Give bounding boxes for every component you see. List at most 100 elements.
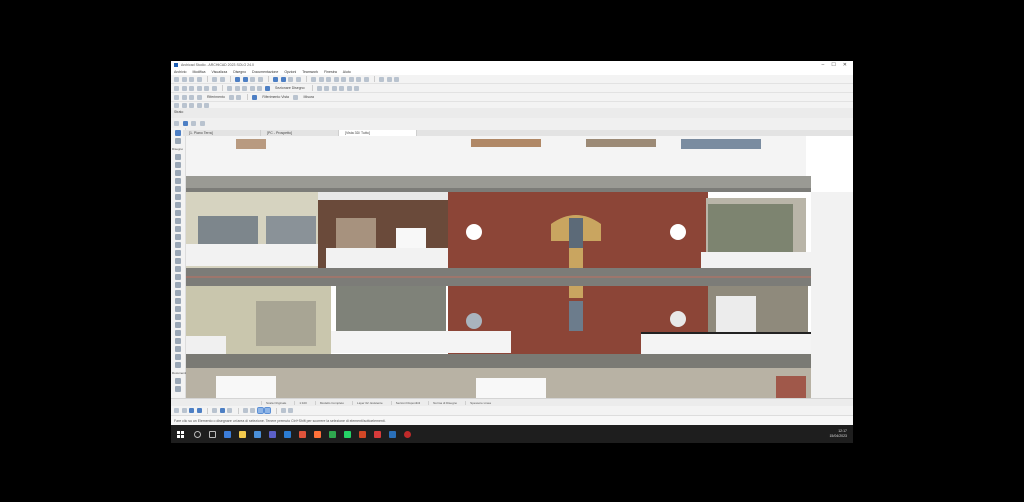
edge-icon[interactable] [224, 430, 231, 438]
window-icon[interactable] [175, 170, 181, 176]
ungroup-icon[interactable] [324, 85, 330, 91]
close-icon[interactable]: ✕ [843, 62, 847, 68]
window-tool-icon[interactable] [196, 102, 202, 108]
acrobat-icon[interactable] [374, 430, 381, 438]
marquee-tool-icon[interactable] [191, 120, 196, 126]
grid-icon[interactable] [227, 408, 232, 413]
curtain-wall-icon[interactable] [175, 234, 181, 240]
fit-window-icon[interactable] [356, 76, 361, 82]
swap-reference-icon[interactable] [236, 94, 242, 100]
reference-icon[interactable] [196, 94, 202, 100]
guide-icon[interactable] [181, 408, 187, 413]
section-marker-icon[interactable] [264, 85, 270, 91]
menu-opzioni[interactable]: Opzioni [284, 70, 296, 74]
section-drawing-label[interactable]: Sezionare Disegno [275, 86, 305, 90]
measure-label[interactable]: Misura [304, 95, 315, 99]
bisector-icon[interactable] [264, 407, 271, 414]
column-icon[interactable] [175, 178, 181, 184]
object-icon[interactable] [175, 250, 181, 256]
search-icon[interactable] [194, 430, 201, 438]
floor-plan-icon[interactable] [273, 76, 278, 82]
info-sections[interactable]: Sezioni Disponibili [390, 400, 424, 405]
new-file-icon[interactable] [174, 76, 179, 82]
excel-icon[interactable] [329, 430, 336, 438]
model-view-icon[interactable] [326, 76, 331, 82]
redo-icon[interactable] [219, 76, 225, 82]
menu-documentazione[interactable]: Documentazione [252, 70, 278, 74]
connect-icon[interactable] [189, 94, 194, 100]
info-scale[interactable]: 1:100 [294, 400, 311, 405]
measure-tool-icon[interactable] [293, 94, 298, 100]
teams-icon[interactable] [269, 430, 276, 438]
record-icon[interactable] [404, 430, 411, 438]
line-icon[interactable] [175, 362, 181, 368]
pen-set-icon[interactable] [318, 76, 324, 82]
skylight-icon[interactable] [175, 290, 181, 296]
whatsapp-icon[interactable] [344, 430, 351, 438]
orbit-icon[interactable] [363, 76, 369, 82]
info-line-weight[interactable]: Spessore Linea [465, 400, 495, 405]
cursor-icon[interactable] [219, 408, 225, 413]
renovation-icon[interactable] [333, 76, 339, 82]
menu-teamwork[interactable]: Teamwork [302, 70, 318, 74]
split-icon[interactable] [234, 85, 240, 91]
minimize-icon[interactable]: – [822, 62, 825, 68]
layer-icon[interactable] [311, 76, 316, 82]
info-model-view[interactable]: Modello Completo [314, 400, 348, 405]
elevate-icon[interactable] [196, 85, 202, 91]
corner-window-icon[interactable] [175, 298, 181, 304]
zoom-out-icon[interactable] [348, 76, 354, 82]
beam-icon[interactable] [175, 186, 181, 192]
arrow-tool-icon[interactable] [174, 120, 179, 126]
menu-disegno[interactable]: Disegno [233, 70, 246, 74]
save-icon[interactable] [189, 76, 194, 82]
system-clock[interactable]: 12:17 15/04/2023 [829, 429, 847, 439]
explode-icon[interactable] [174, 94, 179, 100]
mirror-icon[interactable] [189, 85, 194, 91]
arc-icon[interactable] [175, 378, 181, 384]
fillet-icon[interactable] [257, 85, 262, 91]
intersect-icon[interactable] [249, 85, 255, 91]
slab-icon[interactable] [175, 194, 181, 200]
info-drawing-standard[interactable]: Norma di Disegno [428, 400, 461, 405]
marquee-icon[interactable] [242, 76, 248, 82]
opening-icon[interactable] [175, 282, 181, 288]
layout-icon[interactable] [394, 76, 399, 82]
group-icon[interactable] [316, 85, 322, 91]
maximize-icon[interactable]: ☐ [831, 62, 835, 68]
roof-icon[interactable] [175, 202, 181, 208]
file-explorer-icon[interactable] [239, 430, 246, 438]
lamp-icon[interactable] [175, 274, 181, 280]
mesh-icon[interactable] [175, 266, 181, 272]
selection-arrow-icon[interactable] [182, 120, 188, 126]
gravity-icon[interactable] [196, 408, 202, 413]
zoom-in-icon[interactable] [341, 76, 346, 82]
3d-viewport[interactable] [186, 136, 853, 398]
arrow-select-icon[interactable] [175, 130, 181, 136]
wall-end-icon[interactable] [175, 306, 181, 312]
mirror-tool-icon[interactable] [288, 408, 293, 413]
section-icon[interactable] [288, 76, 293, 82]
level-dimension-icon[interactable] [175, 330, 181, 336]
align-icon[interactable] [204, 85, 209, 91]
lock-icon[interactable] [331, 85, 337, 91]
offset-tool-icon[interactable] [280, 408, 286, 413]
chrome-icon[interactable] [299, 430, 306, 438]
tracker-icon[interactable] [189, 408, 194, 413]
info-original-scale[interactable]: Scala Originale [261, 400, 290, 405]
adjust-icon[interactable] [242, 85, 247, 91]
magic-wand-icon[interactable] [250, 76, 255, 82]
stair-icon[interactable] [175, 218, 181, 224]
angle-icon[interactable] [242, 408, 248, 413]
polyline-icon[interactable] [175, 386, 181, 392]
roof-tool-icon[interactable] [189, 102, 194, 108]
shell-icon[interactable] [175, 210, 181, 216]
view-reference-icon[interactable] [251, 94, 257, 100]
menu-aiuto[interactable]: Aiuto [343, 70, 351, 74]
menu-visualizza[interactable]: Visualizza [212, 70, 228, 74]
morph-icon[interactable] [175, 242, 181, 248]
parallel-icon[interactable] [250, 408, 255, 413]
wall-tool-icon[interactable] [174, 102, 179, 108]
pointer-icon[interactable] [235, 76, 240, 82]
archicad-icon[interactable] [389, 430, 396, 438]
